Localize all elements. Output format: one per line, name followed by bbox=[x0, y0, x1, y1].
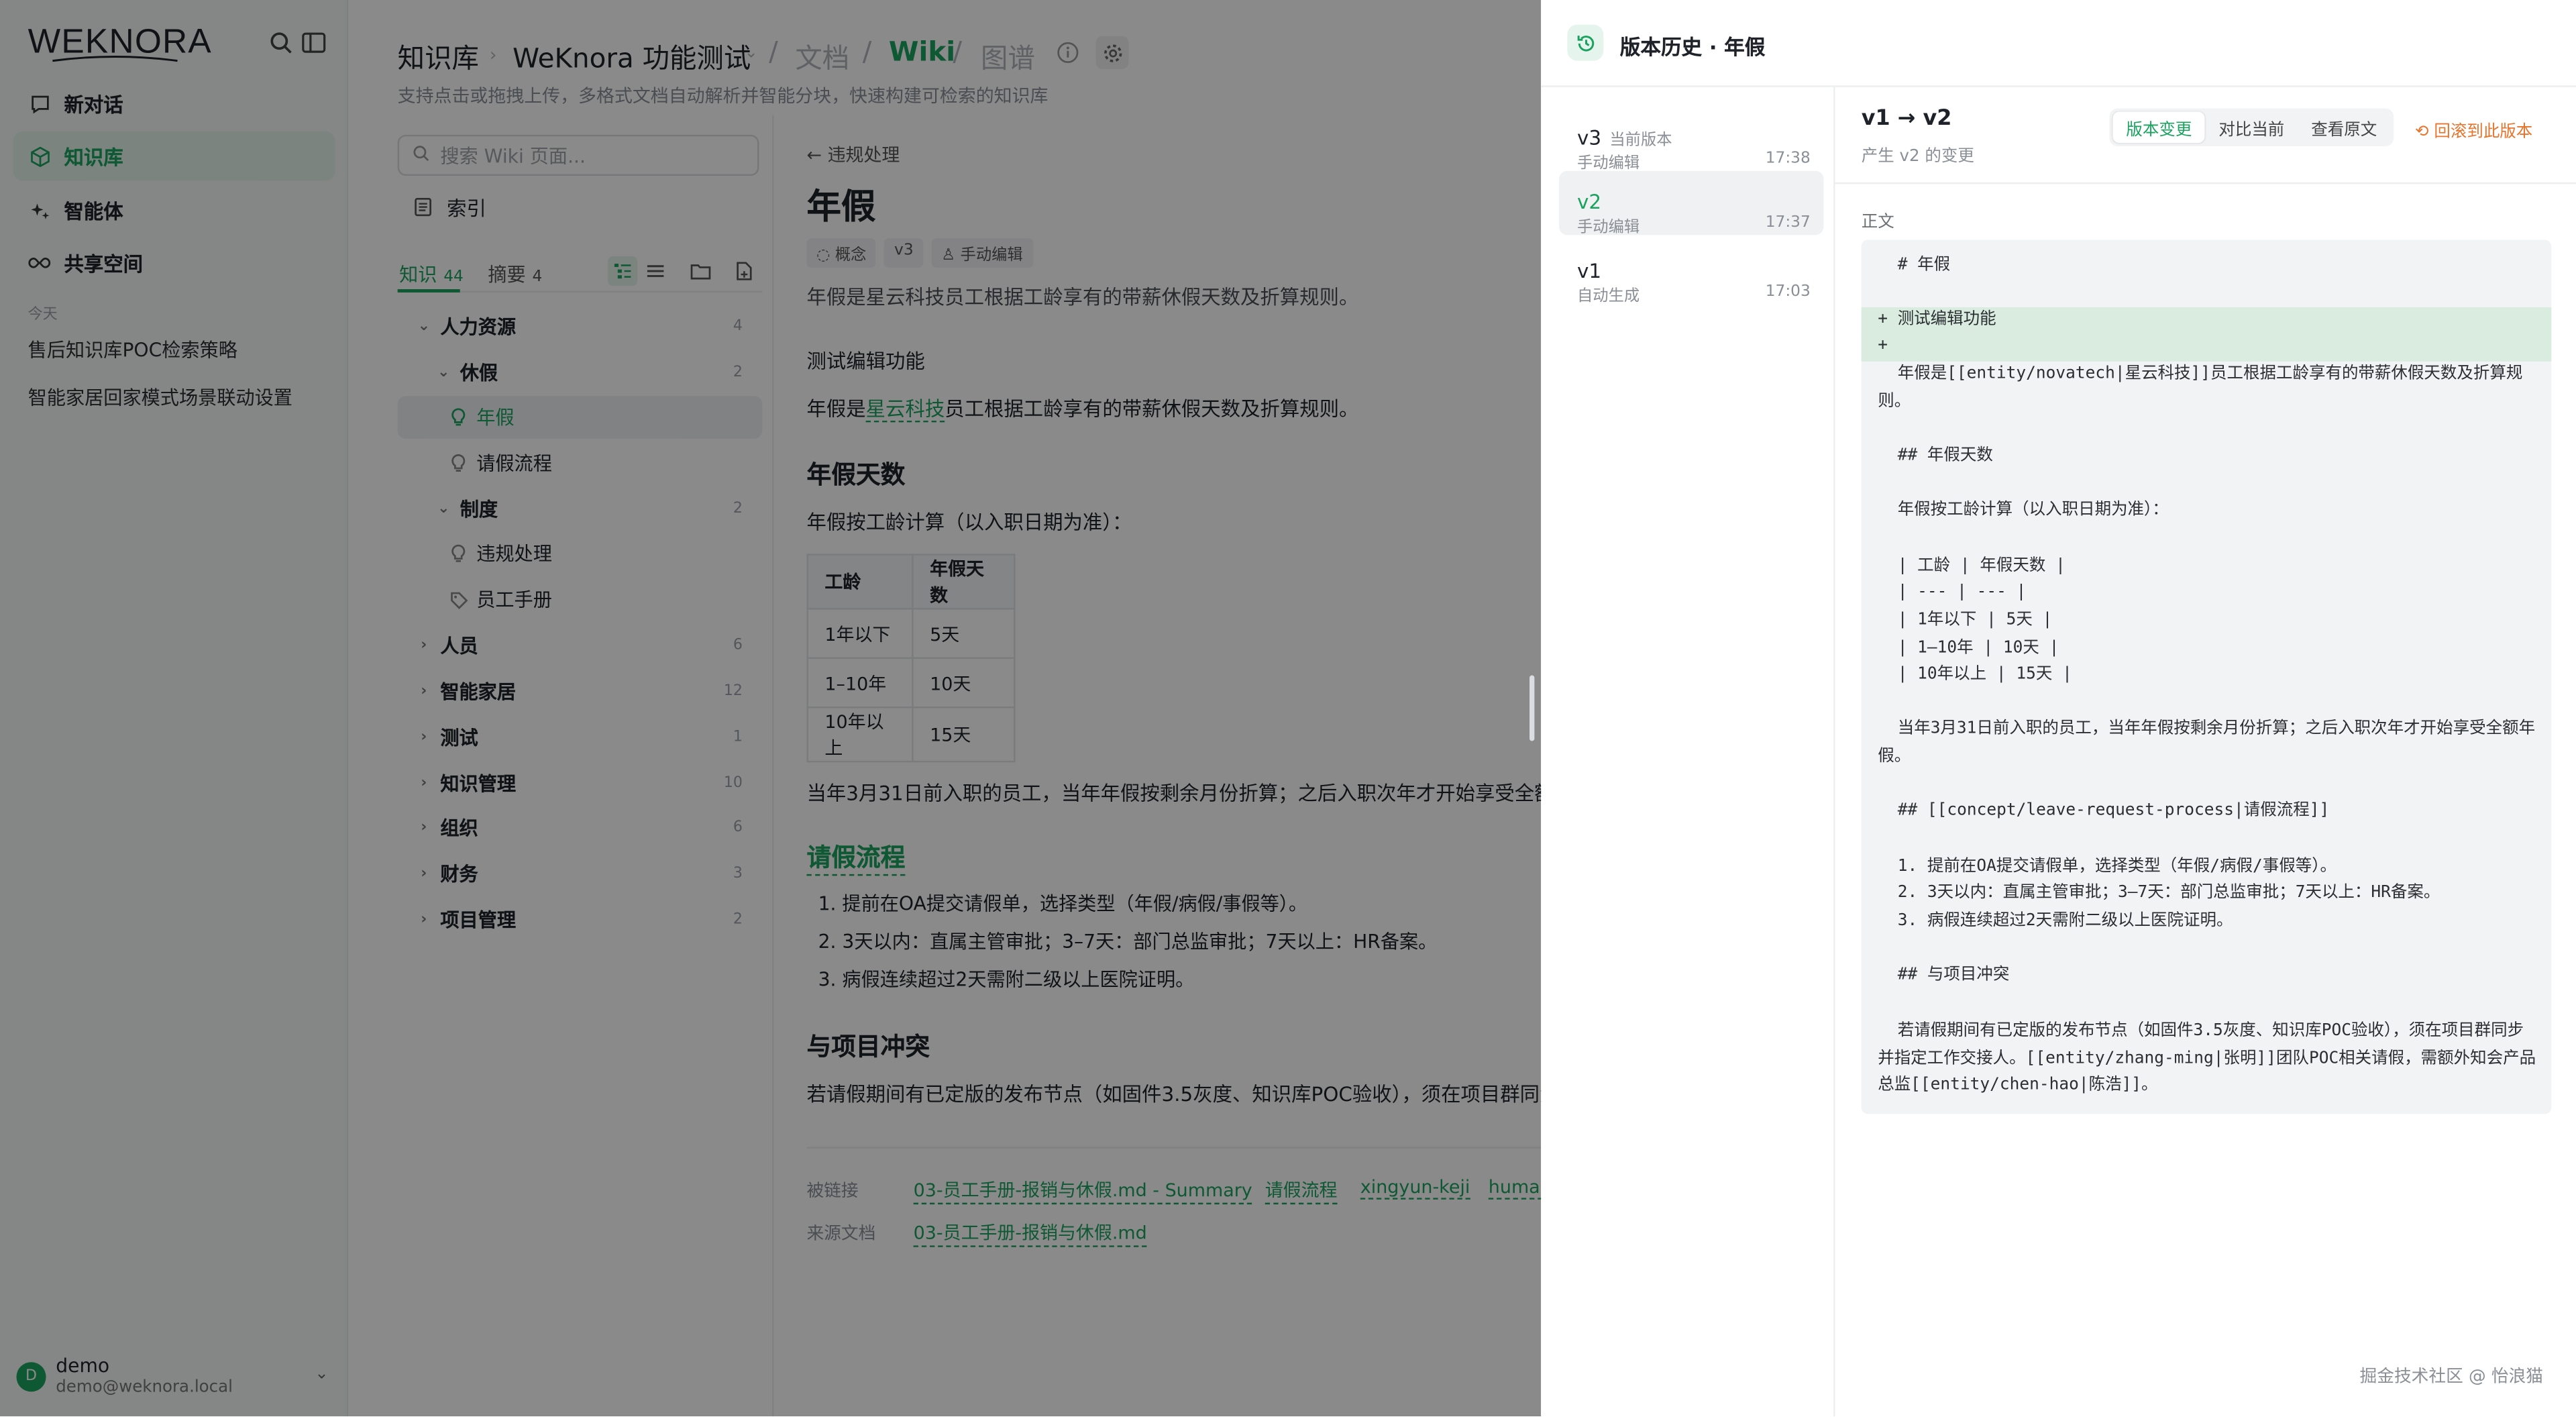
diff-line: 2. 3天以内：直属主管审批；3–7天：部门总监审批；7天以上：HR备案。 bbox=[1878, 884, 2440, 902]
tab-compare-current[interactable]: 对比当前 bbox=[2205, 112, 2298, 144]
diff-line: 年假是[[entity/novatech|星云科技]]员工根据工龄享有的带薪休假… bbox=[1878, 364, 2523, 411]
section-label: 正文 bbox=[1861, 213, 1894, 232]
tab-view-raw[interactable]: 查看原文 bbox=[2298, 112, 2390, 144]
version-list: v3 当前版本 手动编辑 17:38 v2 手动编辑 17:37 v1 自动生成 17:… bbox=[1541, 87, 1835, 1417]
diff-line: 年假按工龄计算（以入职日期为准）： bbox=[1878, 501, 2169, 519]
drawer-resize-handle[interactable] bbox=[1529, 675, 1535, 741]
version-item[interactable]: v3 当前版本 手动编辑 17:38 bbox=[1559, 107, 1823, 173]
compare-subtitle: 产生 v2 的变更 bbox=[1861, 148, 1974, 166]
version-item[interactable]: v1 自动生成 17:03 bbox=[1559, 240, 1823, 306]
drawer-title: 版本历史 · 年假 bbox=[1619, 34, 1766, 60]
diff-line: | --- | --- | bbox=[1878, 583, 2027, 602]
modal-backdrop[interactable] bbox=[0, 0, 1542, 1417]
diff-line: | 工龄 | 年假天数 | bbox=[1878, 557, 2065, 576]
diff-line: | 1–10年 | 10天 | bbox=[1878, 639, 2059, 658]
view-mode-switch: 版本变更 对比当前 查看原文 bbox=[2109, 108, 2394, 146]
diff-line: 若请假期间有已定版的发布节点（如固件3.5灰度、知识库POC验收），须在项目群同… bbox=[1878, 1022, 2536, 1096]
divider bbox=[1835, 182, 2576, 185]
diff-line: # 年假 bbox=[1878, 256, 1951, 274]
watermark: 掘金技术社区 @ 怡浪猫 bbox=[2359, 1367, 2544, 1387]
current-version-badge: 当前版本 bbox=[1609, 131, 1672, 150]
diff-line: ## 与项目冲突 bbox=[1878, 966, 2010, 984]
diff-view: # 年假 + 测试编辑功能 + 年假是[[entity/novatech|星云科技]… bbox=[1861, 240, 2552, 1114]
compare-title: v1 → v2 bbox=[1861, 107, 1952, 132]
diff-line: 1. 提前在OA提交请假单，选择类型（年假/病假/事假等）。 bbox=[1878, 857, 2337, 876]
drawer-header: 版本历史 · 年假 bbox=[1541, 0, 2576, 87]
version-history-drawer: 版本历史 · 年假 v3 当前版本 手动编辑 17:38 v2 手动编辑 17:37 … bbox=[1541, 0, 2576, 1417]
version-item-selected[interactable]: v2 手动编辑 17:37 bbox=[1559, 170, 1824, 237]
tab-version-changes[interactable]: 版本变更 bbox=[2112, 111, 2206, 144]
undo-icon: ⟲ bbox=[2415, 123, 2434, 142]
diff-line: ## 年假天数 bbox=[1878, 447, 1993, 466]
app-window: WEKNORA 新对话 知识库 智能体 共享空间 今天 售后知识库POC检索策略… bbox=[0, 0, 2576, 1417]
diff-line: | 10年以上 | 15天 | bbox=[1878, 665, 2072, 684]
diff-line: 当年3月31日前入职的员工，当年年假按剩余月份折算；之后入职次年才开始享受全额年… bbox=[1878, 719, 2536, 766]
diff-line: 3. 病假连续超过2天需附二级以上医院证明。 bbox=[1878, 912, 2233, 931]
diff-line-added: + 测试编辑功能 bbox=[1861, 307, 2552, 335]
rollback-button[interactable]: ⟲ 回滚到此版本 bbox=[2415, 117, 2532, 142]
history-icon bbox=[1567, 24, 1604, 61]
diff-line-added: + bbox=[1861, 333, 2552, 362]
diff-line: | 1年以下 | 5天 | bbox=[1878, 611, 2053, 629]
diff-line: ## [[concept/leave-request-process|请假流程]… bbox=[1878, 802, 2330, 821]
